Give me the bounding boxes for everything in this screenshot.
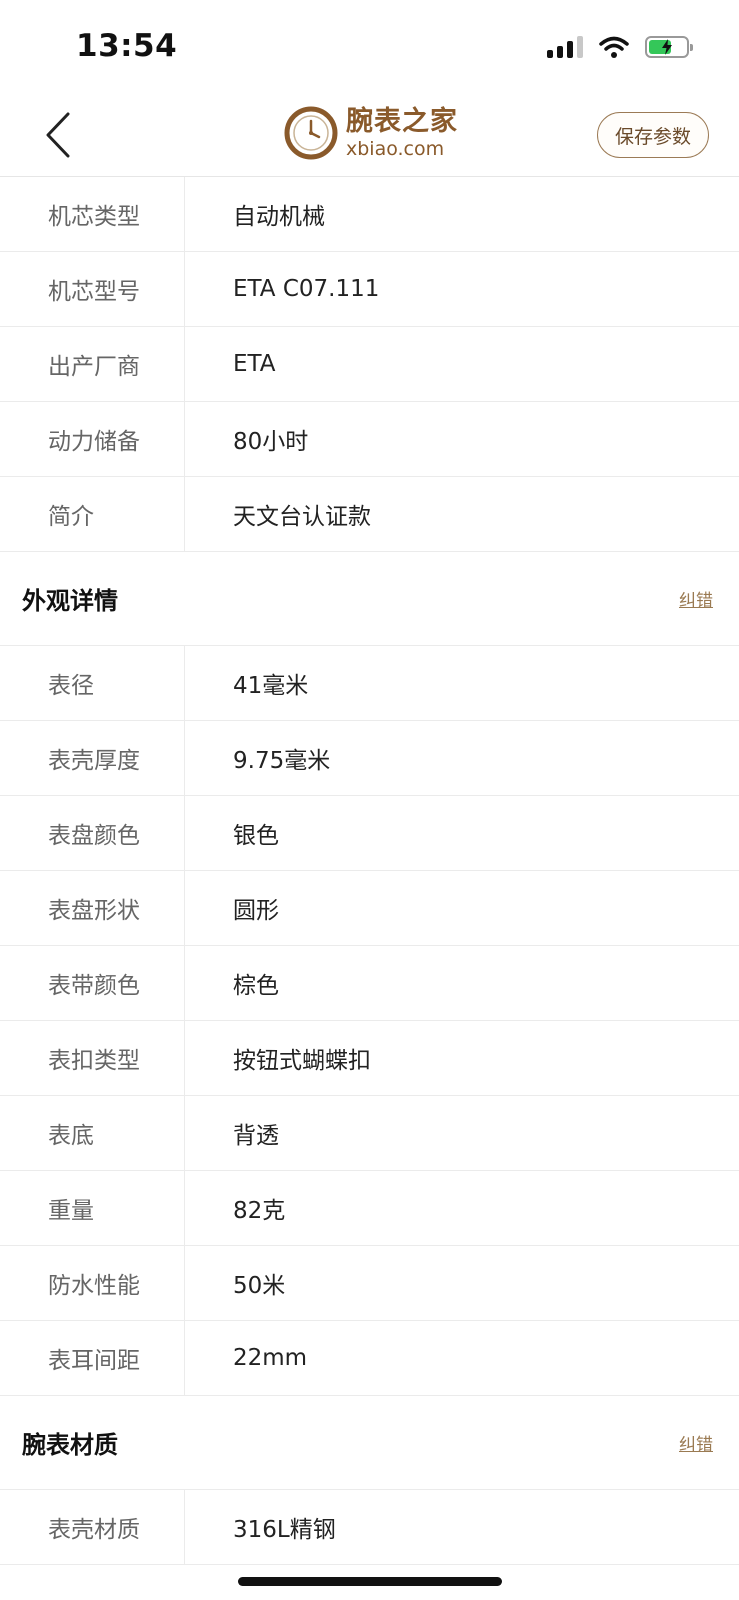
param-value: 天文台认证款 — [233, 504, 371, 530]
param-value: 圆形 — [233, 898, 279, 924]
status-time: 13:54 — [76, 28, 178, 64]
param-row-caseback: 表底 背透 — [0, 1096, 739, 1171]
param-value: 82克 — [233, 1198, 286, 1224]
appearance-params-list: 表径 41毫米 表壳厚度 9.75毫米 表盘颜色 银色 表盘形状 圆形 表带颜色… — [0, 646, 739, 1396]
param-value: 自动机械 — [233, 204, 325, 230]
section-title: 腕表材质 — [22, 1431, 118, 1459]
cellular-signal-icon — [547, 36, 583, 58]
param-label: 表壳厚度 — [0, 721, 185, 795]
param-label: 表盘颜色 — [0, 796, 185, 870]
save-params-button[interactable]: 保存参数 — [597, 112, 709, 158]
param-label: 表底 — [0, 1096, 185, 1170]
param-row-strap-color: 表带颜色 棕色 — [0, 946, 739, 1021]
home-indicator[interactable] — [238, 1577, 502, 1586]
param-value: ETA — [233, 351, 276, 377]
logo-en: xbiao.com — [346, 137, 445, 160]
param-row-dial-shape: 表盘形状 圆形 — [0, 871, 739, 946]
charging-bolt-icon — [662, 39, 672, 55]
section-header-appearance: 外观详情 纠错 — [0, 552, 739, 646]
param-label: 表耳间距 — [0, 1321, 185, 1395]
param-label: 防水性能 — [0, 1246, 185, 1320]
param-value: 按钮式蝴蝶扣 — [233, 1048, 371, 1074]
param-row-case-thickness: 表壳厚度 9.75毫米 — [0, 721, 739, 796]
param-value: 80小时 — [233, 429, 309, 455]
xbiao-logo: 腕表之家 xbiao.com — [284, 106, 458, 160]
nav-bar: 腕表之家 xbiao.com 保存参数 — [0, 92, 739, 177]
status-icons — [547, 36, 693, 58]
param-value: 41毫米 — [233, 673, 309, 699]
param-row-movement-model: 机芯型号 ETA C07.111 — [0, 252, 739, 327]
param-value: 棕色 — [233, 973, 279, 999]
report-error-link[interactable]: 纠错 — [679, 1430, 713, 1455]
param-row-power-reserve: 动力储备 80小时 — [0, 402, 739, 477]
param-row-clasp-type: 表扣类型 按钮式蝴蝶扣 — [0, 1021, 739, 1096]
param-label: 表扣类型 — [0, 1021, 185, 1095]
param-label: 表带颜色 — [0, 946, 185, 1020]
material-params-list: 表壳材质 316L精钢 — [0, 1490, 739, 1565]
param-row-diameter: 表径 41毫米 — [0, 646, 739, 721]
param-label: 机芯型号 — [0, 252, 185, 326]
param-label: 表盘形状 — [0, 871, 185, 945]
param-row-movement-type: 机芯类型 自动机械 — [0, 177, 739, 252]
param-row-water-resistance: 防水性能 50米 — [0, 1246, 739, 1321]
param-row-weight: 重量 82克 — [0, 1171, 739, 1246]
param-label: 动力储备 — [0, 402, 185, 476]
param-label: 机芯类型 — [0, 177, 185, 251]
param-label: 简介 — [0, 477, 185, 551]
param-row-case-material: 表壳材质 316L精钢 — [0, 1490, 739, 1565]
param-label: 重量 — [0, 1171, 185, 1245]
param-value: 9.75毫米 — [233, 748, 331, 774]
report-error-link[interactable]: 纠错 — [679, 586, 713, 611]
param-row-lug-width: 表耳间距 22mm — [0, 1321, 739, 1396]
wifi-icon — [599, 36, 629, 58]
param-label: 表径 — [0, 646, 185, 720]
param-value: 银色 — [233, 823, 279, 849]
battery-icon — [645, 36, 693, 58]
param-label: 表壳材质 — [0, 1490, 185, 1564]
param-value: 316L精钢 — [233, 1517, 336, 1543]
section-title: 外观详情 — [22, 587, 118, 615]
param-value: 背透 — [233, 1123, 279, 1149]
back-arrow-icon[interactable] — [38, 110, 78, 160]
param-value: 50米 — [233, 1273, 286, 1299]
param-row-manufacturer: 出产厂商 ETA — [0, 327, 739, 402]
param-value: ETA C07.111 — [233, 276, 380, 302]
status-bar: 13:54 — [0, 0, 739, 92]
param-label: 出产厂商 — [0, 327, 185, 401]
param-row-intro: 简介 天文台认证款 — [0, 477, 739, 552]
watch-logo-icon — [284, 106, 338, 160]
param-row-dial-color: 表盘颜色 银色 — [0, 796, 739, 871]
logo-cn: 腕表之家 — [346, 105, 458, 137]
movement-params-list: 机芯类型 自动机械 机芯型号 ETA C07.111 出产厂商 ETA 动力储备… — [0, 177, 739, 552]
param-value: 22mm — [233, 1345, 308, 1371]
section-header-material: 腕表材质 纠错 — [0, 1396, 739, 1490]
